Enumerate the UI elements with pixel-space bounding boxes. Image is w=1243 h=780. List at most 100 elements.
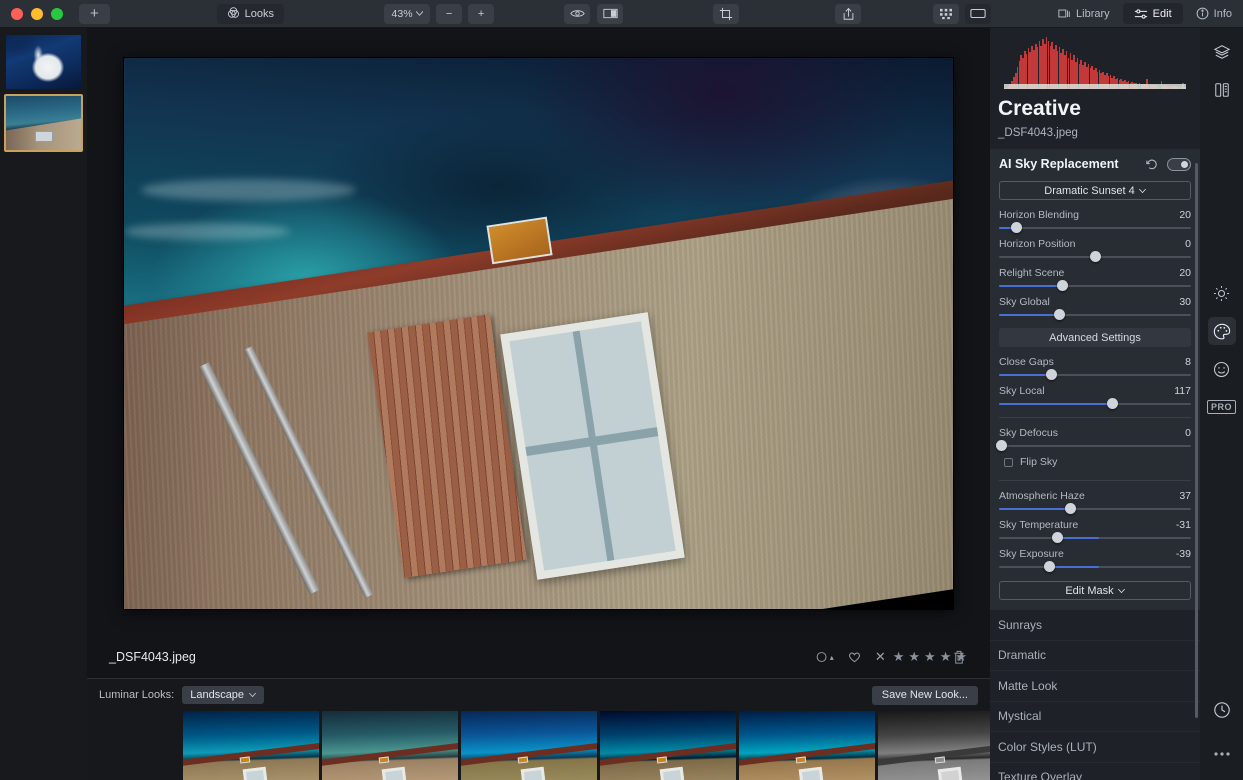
looks-thumbnail-strip[interactable]: AI Landscape Enhancer Autumn Colors Deep… bbox=[87, 711, 1153, 780]
slider-track[interactable] bbox=[999, 369, 1191, 380]
close-window-button[interactable] bbox=[11, 7, 23, 20]
look-item[interactable]: Dramatic Landscape bbox=[600, 711, 736, 780]
mode-segmented-control[interactable]: Library Edit Info bbox=[1047, 3, 1243, 24]
look-item[interactable]: Autumn Colors bbox=[322, 711, 458, 780]
slider-track[interactable] bbox=[999, 222, 1191, 233]
essentials-sun-icon[interactable] bbox=[1208, 279, 1236, 307]
save-new-look-button[interactable]: Save New Look... bbox=[871, 685, 978, 705]
slider-track[interactable] bbox=[999, 280, 1191, 291]
look-item[interactable]: Deep Sky bbox=[461, 711, 597, 780]
reset-icon[interactable] bbox=[1146, 159, 1158, 170]
zoom-level-dropdown[interactable]: 43% bbox=[384, 3, 431, 24]
tool-list-item-dramatic[interactable]: Dramatic bbox=[990, 641, 1200, 671]
filmstrip-thumb-swan[interactable] bbox=[5, 34, 82, 90]
flag-icon[interactable]: ▴ bbox=[809, 651, 841, 663]
look-item[interactable]: Impressive bbox=[739, 711, 875, 780]
tool-list-item-color-styles[interactable]: Color Styles (LUT) bbox=[990, 732, 1200, 763]
histogram bbox=[1004, 34, 1186, 89]
slider-track[interactable] bbox=[999, 398, 1191, 409]
tool-list-item-mystical[interactable]: Mystical bbox=[990, 702, 1200, 732]
slider-sky-exposure[interactable]: Sky Exposure -39 bbox=[999, 548, 1191, 572]
plus-icon: + bbox=[477, 7, 485, 20]
trash-icon[interactable] bbox=[952, 650, 966, 665]
slider-atmospheric-haze[interactable]: Atmospheric Haze 37 bbox=[999, 490, 1191, 514]
add-image-button[interactable]: + bbox=[79, 3, 110, 24]
pro-icon[interactable]: PRO bbox=[1207, 393, 1237, 421]
look-item[interactable]: AI Landscape Enhancer bbox=[183, 711, 319, 780]
sky-preset-dropdown[interactable]: Dramatic Sunset 4 bbox=[999, 181, 1191, 200]
looks-button[interactable]: Looks bbox=[216, 3, 285, 24]
before-after-button[interactable] bbox=[597, 3, 624, 24]
creative-palette-icon[interactable] bbox=[1207, 317, 1236, 345]
crop-button[interactable] bbox=[713, 3, 740, 24]
window-controls[interactable] bbox=[0, 7, 63, 20]
share-button[interactable] bbox=[835, 3, 862, 24]
star-2[interactable]: ★ bbox=[908, 649, 921, 665]
filmstrip[interactable] bbox=[0, 28, 87, 780]
slider-track[interactable] bbox=[999, 503, 1191, 514]
looks-category-dropdown[interactable]: Landscape bbox=[182, 686, 265, 704]
slider-sky-defocus[interactable]: Sky Defocus 0 bbox=[995, 427, 1191, 451]
library-icon bbox=[1058, 8, 1071, 19]
tool-visibility-toggle[interactable] bbox=[1167, 157, 1191, 171]
zoom-controls[interactable]: 43% − + bbox=[384, 3, 495, 24]
share-group[interactable] bbox=[835, 3, 862, 24]
slider-value: 20 bbox=[1179, 209, 1191, 221]
star-3[interactable]: ★ bbox=[924, 649, 937, 665]
chevron-down-icon bbox=[1138, 188, 1146, 193]
view-toggle-group[interactable] bbox=[564, 3, 624, 24]
slider-track[interactable] bbox=[999, 309, 1191, 320]
tool-header-buttons[interactable] bbox=[1146, 157, 1191, 171]
layout-group[interactable] bbox=[933, 3, 992, 24]
add-image-label: + bbox=[89, 5, 99, 22]
slider-close-gaps[interactable]: Close Gaps 8 bbox=[999, 356, 1191, 380]
slider-horizon-blending[interactable]: Horizon Blending 20 bbox=[999, 209, 1191, 233]
slider-label: Close Gaps bbox=[999, 356, 1054, 368]
maximize-window-button[interactable] bbox=[51, 7, 63, 20]
slider-track[interactable] bbox=[999, 251, 1191, 262]
filmstrip-thumb-house[interactable] bbox=[4, 94, 83, 152]
heart-icon[interactable] bbox=[841, 651, 868, 663]
slider-horizon-position[interactable]: Horizon Position 0 bbox=[999, 238, 1191, 262]
reject-button[interactable]: ✕ bbox=[868, 649, 893, 665]
history-clock-icon[interactable] bbox=[1208, 696, 1236, 724]
portrait-face-icon[interactable] bbox=[1208, 355, 1236, 383]
advanced-settings-button[interactable]: Advanced Settings bbox=[999, 328, 1191, 347]
crop-group[interactable] bbox=[713, 3, 740, 24]
mode-edit-tab[interactable]: Edit bbox=[1122, 3, 1183, 24]
flip-sky-checkbox[interactable]: Flip Sky bbox=[999, 456, 1191, 468]
more-dots-icon[interactable] bbox=[1208, 740, 1236, 768]
slider-track[interactable] bbox=[999, 561, 1191, 572]
preview-eye-button[interactable] bbox=[564, 3, 591, 24]
tool-list-item-texture-overlay[interactable]: Texture Overlay bbox=[990, 763, 1200, 780]
zoom-in-button[interactable]: + bbox=[468, 3, 495, 24]
slider-track[interactable] bbox=[995, 440, 1191, 451]
single-view-button[interactable] bbox=[965, 3, 992, 24]
zoom-out-button[interactable]: − bbox=[436, 3, 463, 24]
edit-mask-button[interactable]: Edit Mask bbox=[999, 581, 1191, 600]
photo-preview[interactable] bbox=[124, 58, 953, 609]
tool-list-item-matte-look[interactable]: Matte Look bbox=[990, 671, 1200, 702]
mode-info-tab[interactable]: Info bbox=[1185, 3, 1243, 24]
tool-list-item-sunrays[interactable]: Sunrays bbox=[990, 610, 1200, 641]
slider-sky-global[interactable]: Sky Global 30 bbox=[999, 296, 1191, 320]
checkbox-box[interactable] bbox=[1004, 457, 1013, 467]
look-thumbnail bbox=[461, 711, 597, 780]
slider-track[interactable] bbox=[999, 532, 1191, 543]
slider-label: Atmospheric Haze bbox=[999, 490, 1085, 502]
star-4[interactable]: ★ bbox=[940, 649, 953, 665]
rating-controls[interactable]: ▴ ✕ ★ ★ ★ ★ ★ bbox=[809, 649, 968, 665]
slider-label: Sky Defocus bbox=[999, 427, 1058, 439]
minimize-window-button[interactable] bbox=[31, 7, 43, 20]
slider-relight-scene[interactable]: Relight Scene 20 bbox=[999, 267, 1191, 291]
mode-library-tab[interactable]: Library bbox=[1047, 3, 1121, 24]
layers-icon[interactable] bbox=[1208, 38, 1236, 66]
slider-sky-temperature[interactable]: Sky Temperature -31 bbox=[999, 519, 1191, 543]
chevron-down-icon bbox=[415, 11, 423, 16]
star-1[interactable]: ★ bbox=[893, 649, 906, 665]
grid-view-button[interactable] bbox=[933, 3, 960, 24]
looks-icon bbox=[227, 7, 240, 20]
slider-sky-local[interactable]: Sky Local 117 bbox=[999, 385, 1191, 409]
compare-icon[interactable] bbox=[1208, 76, 1236, 104]
panel-scrollbar[interactable] bbox=[1195, 163, 1198, 718]
